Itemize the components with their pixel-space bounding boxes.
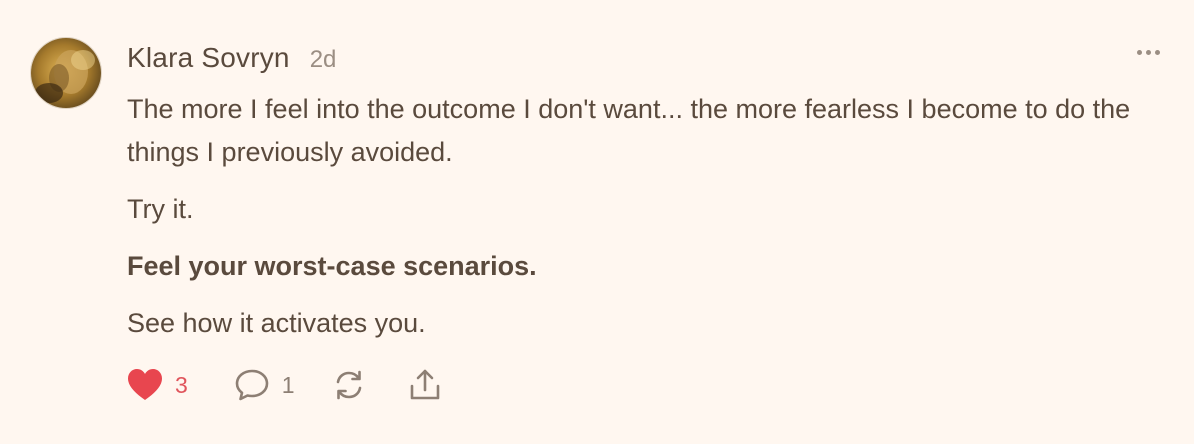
avatar-image (31, 38, 101, 108)
avatar[interactable] (30, 37, 102, 109)
comment-body: The more I feel into the outcome I don't… (127, 88, 1167, 359)
heart-icon (128, 369, 162, 400)
restack-button[interactable] (331, 368, 367, 402)
timestamp[interactable]: 2d (310, 46, 337, 74)
comment-paragraph: Try it. (127, 194, 194, 224)
more-dot (1146, 50, 1151, 55)
share-icon (410, 369, 439, 400)
comment-paragraph: See how it activates you. (127, 308, 426, 338)
more-options-icon[interactable] (1137, 50, 1160, 55)
more-dot (1137, 50, 1142, 55)
comment-paragraph-bold: Feel your worst-case scenarios. (127, 251, 537, 281)
reply-button[interactable]: 1 (234, 368, 295, 402)
reply-count: 1 (281, 371, 295, 398)
action-bar: 3 1 (127, 368, 443, 402)
comment-card: Klara Sovryn 2d The more I feel into the… (0, 0, 1194, 444)
more-dot (1155, 50, 1160, 55)
comment-paragraph: The more I feel into the outcome I don't… (127, 94, 1131, 167)
share-button[interactable] (407, 368, 443, 402)
author-name[interactable]: Klara Sovryn (127, 42, 290, 74)
like-count: 3 (175, 371, 188, 398)
restack-icon (336, 370, 361, 400)
comment-header: Klara Sovryn 2d (127, 42, 336, 74)
like-button[interactable]: 3 (127, 368, 188, 402)
comment-bubble-icon (235, 369, 269, 401)
